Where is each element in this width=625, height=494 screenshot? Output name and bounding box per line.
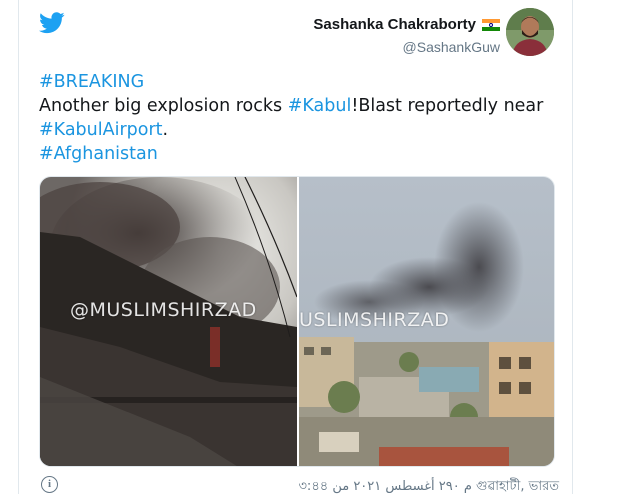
line-3: #KabulAirport. <box>39 118 559 142</box>
hashtag-kabul-airport[interactable]: #KabulAirport <box>39 120 163 140</box>
author-block[interactable]: Sashanka Chakraborty @SashankGuw <box>313 14 500 55</box>
india-flag-icon <box>482 18 500 31</box>
timestamp[interactable]: ৩:৪৪ م ٢٩٠ أغسطس ٢٠٢١ من গুৱাহাটী, ভারত <box>298 477 559 494</box>
hashtag-breaking[interactable]: #BREAKING <box>39 72 144 92</box>
line-1: #BREAKING <box>39 70 559 94</box>
media-photo-right[interactable]: USLIMSHIRZAD <box>299 177 554 466</box>
avatar[interactable] <box>506 8 554 56</box>
media-grid: @MUSLIMSHIRZAD USLIMSHIRZAD <box>39 176 555 467</box>
photo-left-image <box>40 177 298 466</box>
line-4: #Afghanistan <box>39 142 559 166</box>
text-segment: !Blast reportedly near <box>351 96 544 116</box>
info-icon[interactable]: i <box>41 476 58 493</box>
tweet-footer: i ৩:৪৪ م ٢٩٠ أغسطس ٢٠٢١ من গুৱাহাটী, ভার… <box>39 474 559 494</box>
media-photo-left[interactable]: @MUSLIMSHIRZAD <box>40 177 298 466</box>
twitter-bird-icon[interactable] <box>39 12 65 34</box>
tweet-text: #BREAKING Another big explosion rocks #K… <box>39 70 559 166</box>
text-segment: . <box>162 120 169 140</box>
watermark-right: USLIMSHIRZAD <box>299 309 450 331</box>
hashtag-kabul[interactable]: #Kabul <box>288 96 352 116</box>
tweet-card: Sashanka Chakraborty @SashankGuw #BREAKI… <box>18 0 573 494</box>
author-name[interactable]: Sashanka Chakraborty <box>313 16 476 33</box>
hashtag-afghanistan[interactable]: #Afghanistan <box>39 144 158 164</box>
watermark-left: @MUSLIMSHIRZAD <box>70 299 257 321</box>
author-handle[interactable]: @SashankGuw <box>313 39 500 55</box>
author-name-row[interactable]: Sashanka Chakraborty <box>313 16 500 33</box>
avatar-image <box>506 8 554 56</box>
text-segment: Another big explosion rocks <box>39 96 288 116</box>
line-2: Another big explosion rocks #Kabul!Blast… <box>39 94 559 118</box>
